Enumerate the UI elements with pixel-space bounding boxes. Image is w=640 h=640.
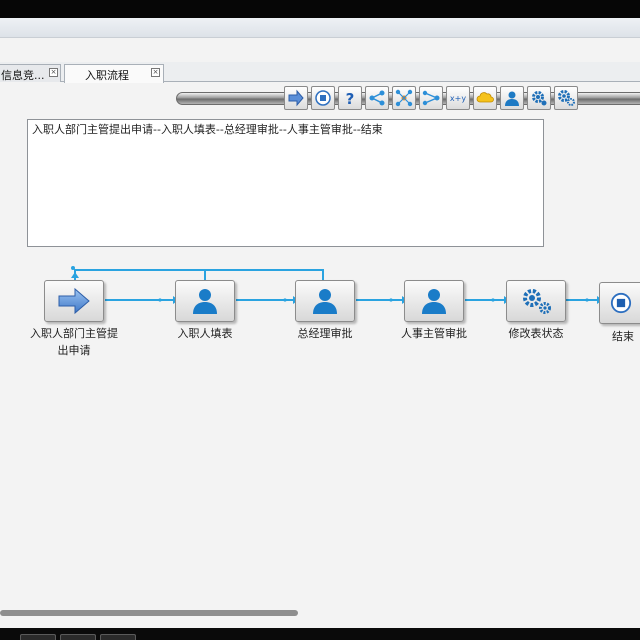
flow-node-start-label-line1: 入职人部门主管提 — [30, 327, 118, 340]
flow-node-start-label: 入职人部门主管提 出申请 — [26, 325, 122, 359]
taskbar-item[interactable] — [20, 634, 56, 640]
flow-node-gm-approval[interactable] — [295, 280, 355, 322]
flow-node-end-label: 结束 — [612, 330, 634, 343]
flow-node-start-label-line2: 出申请 — [57, 344, 91, 357]
taskbar-item[interactable] — [60, 634, 96, 640]
user-icon — [313, 289, 337, 314]
stop-icon — [610, 292, 632, 314]
taskbar-item[interactable] — [100, 634, 136, 640]
flow-node-hr-approval-label: 人事主管审批 — [401, 327, 467, 340]
flow-node-end[interactable] — [599, 282, 640, 324]
flow-node-update-status-label: 修改表状态 — [508, 327, 564, 340]
scrollbar-thumb[interactable] — [0, 610, 298, 616]
flow-node-hr-approval[interactable] — [404, 280, 464, 322]
gears-icon — [523, 289, 551, 314]
taskbar — [0, 628, 640, 640]
flow-node-start[interactable] — [44, 280, 104, 322]
flow-node-update-status[interactable] — [506, 280, 566, 322]
user-icon — [193, 289, 217, 314]
flow-node-gm-approval-label: 总经理审批 — [297, 327, 353, 340]
arrow-right-icon — [58, 287, 90, 315]
flow-node-fill-form-label: 入职人填表 — [177, 327, 233, 340]
flow-node-fill-form[interactable] — [175, 280, 235, 322]
user-icon — [422, 289, 446, 314]
